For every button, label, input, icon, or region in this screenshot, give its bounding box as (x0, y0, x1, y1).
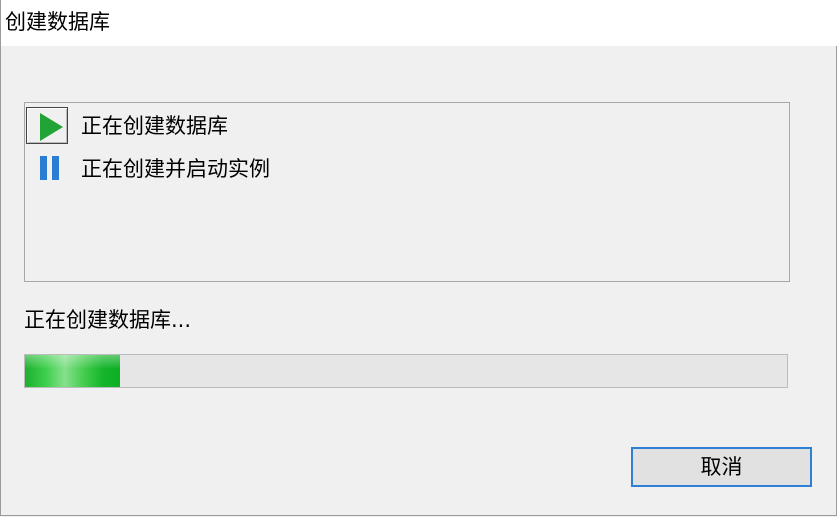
progress-fill (25, 355, 121, 387)
progress-bar (24, 354, 788, 388)
task-label: 正在创建并启动实例 (81, 157, 270, 181)
title-bar: 创建数据库 (1, 0, 837, 46)
task-item-create-database: 正在创建数据库 (25, 106, 789, 144)
task-item-start-instance: 正在创建并启动实例 (25, 149, 789, 185)
cancel-button[interactable]: 取消 (631, 447, 812, 487)
create-database-dialog: 创建数据库 正在创建数据库 正在创建并启动实例 正在创建数据库... 取消 (0, 0, 837, 516)
play-icon (26, 107, 68, 144)
window-title: 创建数据库 (5, 10, 110, 34)
status-text: 正在创建数据库... (24, 308, 192, 332)
task-label: 正在创建数据库 (81, 114, 228, 138)
task-list: 正在创建数据库 正在创建并启动实例 (24, 102, 790, 282)
pause-icon (26, 150, 68, 187)
